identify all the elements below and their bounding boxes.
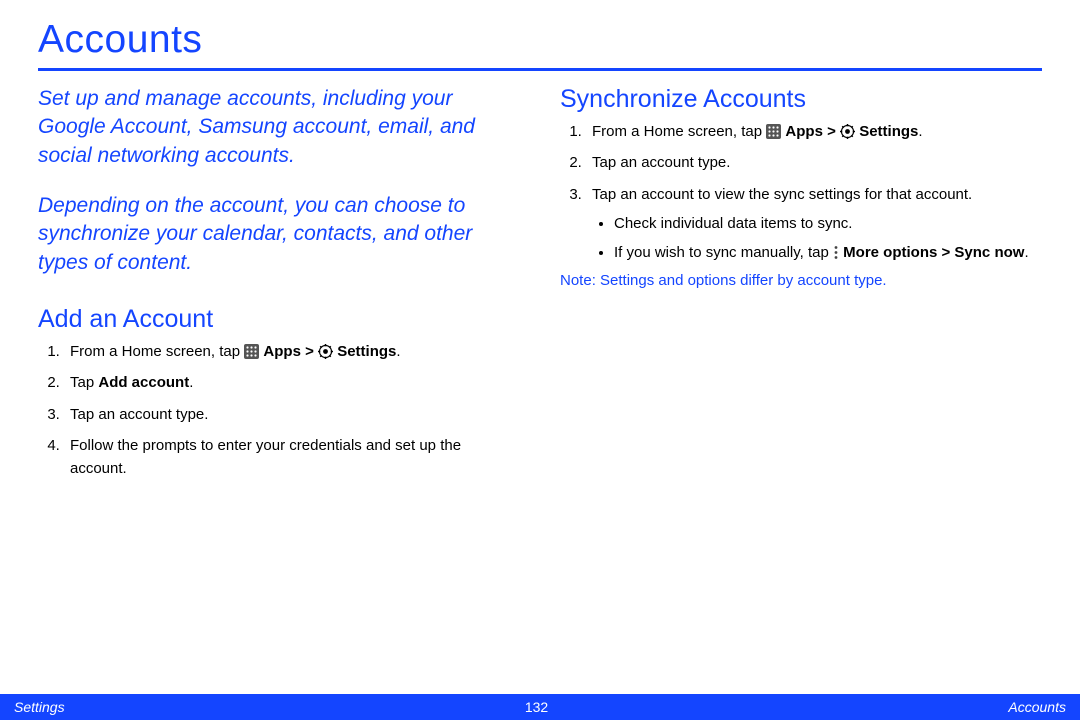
left-column: Set up and manage accounts, including yo…: [38, 85, 520, 488]
add-account-steps: From a Home screen, tap Apps >: [38, 340, 520, 480]
text: Tap: [70, 374, 98, 391]
add-account-heading: Add an Account: [38, 305, 520, 334]
page-footer: Settings 132 Accounts: [0, 694, 1080, 720]
sync-step-3: Tap an account to view the sync settings…: [586, 183, 1042, 265]
page-title: Accounts: [38, 18, 1042, 62]
sync-bullet-1: Check individual data items to sync.: [614, 212, 1042, 235]
text: If you wish to sync manually, tap: [614, 244, 833, 261]
bold-text: More options > Sync now: [843, 244, 1024, 261]
apps-grid-icon: [244, 344, 259, 359]
sync-bullet-2: If you wish to sync manually, tap More o…: [614, 241, 1042, 264]
title-rule: [38, 68, 1042, 71]
settings-label: Settings: [337, 343, 396, 360]
apps-label: Apps >: [785, 123, 840, 140]
add-step-1: From a Home screen, tap Apps >: [64, 340, 520, 363]
footer-left: Settings: [14, 699, 65, 715]
bold-text: Add account: [98, 374, 189, 391]
text: From a Home screen, tap: [592, 123, 766, 140]
text: From a Home screen, tap: [70, 343, 244, 360]
intro-p2: Depending on the account, you can choose…: [38, 192, 520, 277]
add-step-2: Tap Add account.: [64, 371, 520, 394]
footer-page-number: 132: [525, 699, 548, 715]
text: .: [396, 343, 400, 360]
two-column-layout: Set up and manage accounts, including yo…: [38, 85, 1042, 488]
settings-gear-icon: [318, 344, 333, 359]
add-step-4: Follow the prompts to enter your credent…: [64, 434, 520, 481]
apps-grid-icon: [766, 124, 781, 139]
note-label: Note: [560, 272, 592, 289]
sync-step-2: Tap an account type.: [586, 151, 1042, 174]
sync-heading: Synchronize Accounts: [560, 85, 1042, 114]
right-column: Synchronize Accounts From a Home screen,…: [560, 85, 1042, 488]
note-text: : Settings and options differ by account…: [592, 272, 887, 289]
settings-label: Settings: [859, 123, 918, 140]
text: .: [918, 123, 922, 140]
intro-p1: Set up and manage accounts, including yo…: [38, 85, 520, 170]
add-step-3: Tap an account type.: [64, 403, 520, 426]
footer-right: Accounts: [1008, 699, 1066, 715]
note: Note: Settings and options differ by acc…: [560, 272, 1042, 289]
text: .: [1024, 244, 1028, 261]
intro-text: Set up and manage accounts, including yo…: [38, 85, 520, 277]
settings-gear-icon: [840, 124, 855, 139]
manual-page: Accounts Set up and manage accounts, inc…: [0, 0, 1080, 720]
sync-steps: From a Home screen, tap Apps >: [560, 120, 1042, 264]
text: .: [189, 374, 193, 391]
apps-label: Apps >: [263, 343, 318, 360]
sync-bullets: Check individual data items to sync. If …: [592, 212, 1042, 265]
more-options-icon: [833, 245, 839, 260]
sync-step-1: From a Home screen, tap Apps >: [586, 120, 1042, 143]
text: Tap an account to view the sync settings…: [592, 186, 972, 203]
